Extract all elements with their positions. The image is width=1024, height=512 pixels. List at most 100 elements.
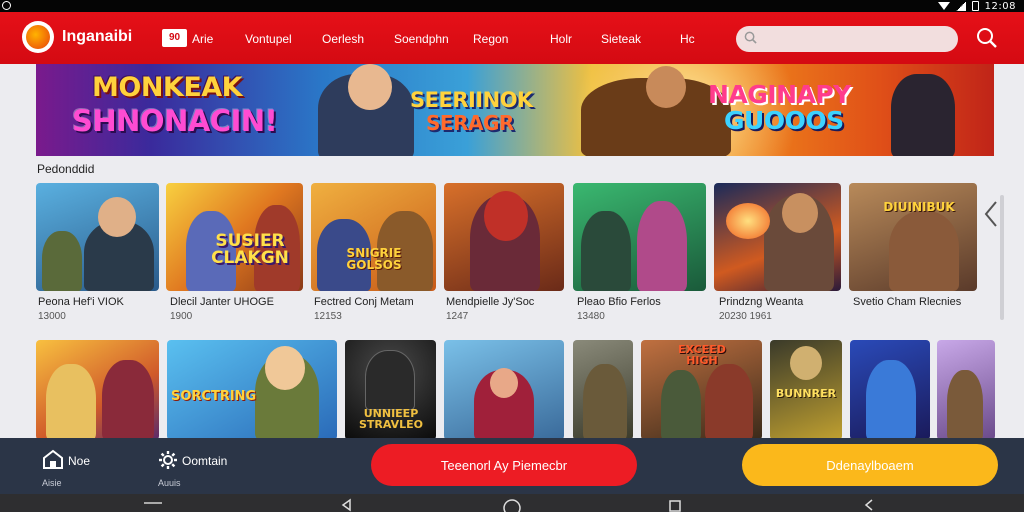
back-icon[interactable]	[340, 498, 354, 512]
game-title[interactable]: Mendpielle Jy'Soc	[446, 296, 534, 308]
card-character	[947, 370, 983, 440]
card-character-hair	[484, 191, 528, 241]
game-card[interactable]: BUNNRER	[770, 340, 842, 440]
brand-name[interactable]: Inganaibi	[62, 28, 132, 46]
card-character	[661, 370, 701, 440]
home-tab-label[interactable]: Noe	[68, 454, 90, 468]
card-character	[365, 350, 415, 410]
keyboard-hide-icon[interactable]	[862, 498, 876, 512]
game-card[interactable]	[444, 183, 564, 291]
game-meta: 1900	[170, 311, 193, 322]
secondary-action-button[interactable]: Ddenaylboaem	[742, 444, 998, 486]
card-character	[705, 364, 753, 440]
app-header: Inganaibi 90 Arie Vontupel Oerlesh Soend…	[0, 12, 1024, 64]
game-card[interactable]: EXCEED HIGH	[641, 340, 762, 440]
nav-item-5[interactable]: Regon	[473, 32, 508, 46]
status-bar: 12:08	[0, 0, 1024, 12]
scroll-right-chevron-icon[interactable]	[980, 184, 1002, 244]
card-logo: SNIGRIE GOLSOS	[346, 246, 402, 272]
card-character	[637, 201, 687, 291]
card-character	[583, 364, 627, 440]
card-character	[889, 211, 959, 291]
banner-title-5: NAGINAPY	[708, 80, 851, 109]
card-logo: UNNIEEP STRAVLEO	[358, 407, 424, 431]
banner-title-4: SERAGR	[426, 111, 514, 135]
nav-item-3[interactable]: Oerlesh	[322, 32, 364, 46]
settings-tab-label[interactable]: Oomtain	[182, 454, 227, 468]
battery-icon	[971, 1, 979, 11]
banner-title-1: MONKEAK	[92, 72, 243, 103]
game-card[interactable]	[573, 340, 633, 440]
game-meta: 20230 1961	[719, 311, 772, 322]
nav-item-7[interactable]: Sieteak	[601, 32, 641, 46]
game-card[interactable]	[937, 340, 995, 440]
game-title[interactable]: Dlecil Janter UHOGE	[170, 296, 274, 308]
card-logo: BUNNRER	[775, 387, 837, 400]
game-meta: 1247	[446, 311, 469, 322]
banner-hero-left-head	[348, 64, 392, 110]
gear-icon[interactable]	[158, 450, 178, 470]
banner-hero-right	[891, 74, 955, 156]
app-logo-icon[interactable]	[22, 21, 54, 53]
game-card[interactable]	[573, 183, 706, 291]
card-character	[581, 211, 631, 291]
search-button-icon[interactable]	[976, 27, 998, 49]
game-card[interactable]: DIUINIBUK	[849, 183, 977, 291]
menu-icon[interactable]	[144, 502, 162, 504]
game-title[interactable]: Pleao Bfio Ferlos	[577, 296, 661, 308]
primary-action-button[interactable]: Teeenorl Ay Piemecbr	[371, 444, 637, 486]
card-character-head	[490, 368, 518, 398]
recents-icon[interactable]	[668, 498, 682, 512]
game-meta: 13480	[577, 311, 605, 322]
card-character-head	[98, 197, 136, 237]
card-character-head	[790, 346, 822, 380]
game-title[interactable]: Prindzng Weanta	[719, 296, 803, 308]
card-character-head	[265, 346, 305, 390]
nav-item-4[interactable]: Soendphn	[394, 32, 449, 46]
promo-banner[interactable]: MONKEAK SHNONACIN! SEERIINOK SERAGR NAGI…	[36, 64, 994, 156]
game-card[interactable]: SORCTRING	[167, 340, 337, 440]
banner-title-2: SHNONACIN!	[72, 104, 278, 138]
card-character	[46, 364, 96, 440]
home-tab-sublabel: Aisie	[42, 478, 62, 488]
banner-title-3: SEERIINOK	[410, 88, 533, 112]
game-title[interactable]: Fectred Conj Metam	[314, 296, 414, 308]
card-logo: SORCTRING	[171, 389, 257, 404]
nav-item-8[interactable]: Hc	[680, 32, 695, 46]
card-character	[42, 231, 82, 291]
game-card[interactable]: SUSIER CLAKGN	[166, 183, 303, 291]
card-character	[866, 360, 916, 440]
count-badge[interactable]: 90	[162, 29, 187, 47]
nav-item-6[interactable]: Holr	[550, 32, 572, 46]
game-meta: 12153	[314, 311, 342, 322]
clock: 12:08	[984, 0, 1016, 12]
notification-icon	[2, 1, 11, 10]
settings-tab-sublabel: Auuis	[158, 478, 181, 488]
card-logo: DIUINIBUK	[883, 200, 955, 214]
home-nav-icon[interactable]	[502, 498, 522, 512]
game-card[interactable]	[850, 340, 930, 440]
wifi-icon	[937, 2, 950, 10]
card-logo: SUSIER CLAKGN	[211, 231, 289, 268]
nav-item-1[interactable]: Arie	[192, 32, 213, 46]
card-fire-effect	[726, 203, 770, 239]
system-nav-bar	[0, 494, 1024, 512]
carousel-scrollbar[interactable]	[1000, 195, 1004, 320]
card-character-head	[782, 193, 818, 233]
game-meta: 13000	[38, 311, 66, 322]
game-card[interactable]	[444, 340, 564, 440]
game-title[interactable]: Peona Hef'i VIOK	[38, 296, 124, 308]
game-card[interactable]	[714, 183, 841, 291]
game-card[interactable]: SNIGRIE GOLSOS	[311, 183, 436, 291]
nav-item-2[interactable]: Vontupel	[245, 32, 292, 46]
game-card[interactable]: UNNIEEP STRAVLEO	[345, 340, 436, 440]
game-card[interactable]	[36, 340, 159, 440]
game-title[interactable]: Svetio Cham Rlecnies	[853, 296, 961, 308]
search-input[interactable]	[736, 26, 958, 52]
banner-title-6: GUOOOS	[724, 106, 844, 135]
banner-hero-center-head	[646, 66, 686, 108]
section-title: Pedonddid	[37, 162, 95, 176]
home-icon[interactable]	[42, 448, 64, 470]
signal-icon	[955, 1, 966, 11]
game-card[interactable]	[36, 183, 159, 291]
